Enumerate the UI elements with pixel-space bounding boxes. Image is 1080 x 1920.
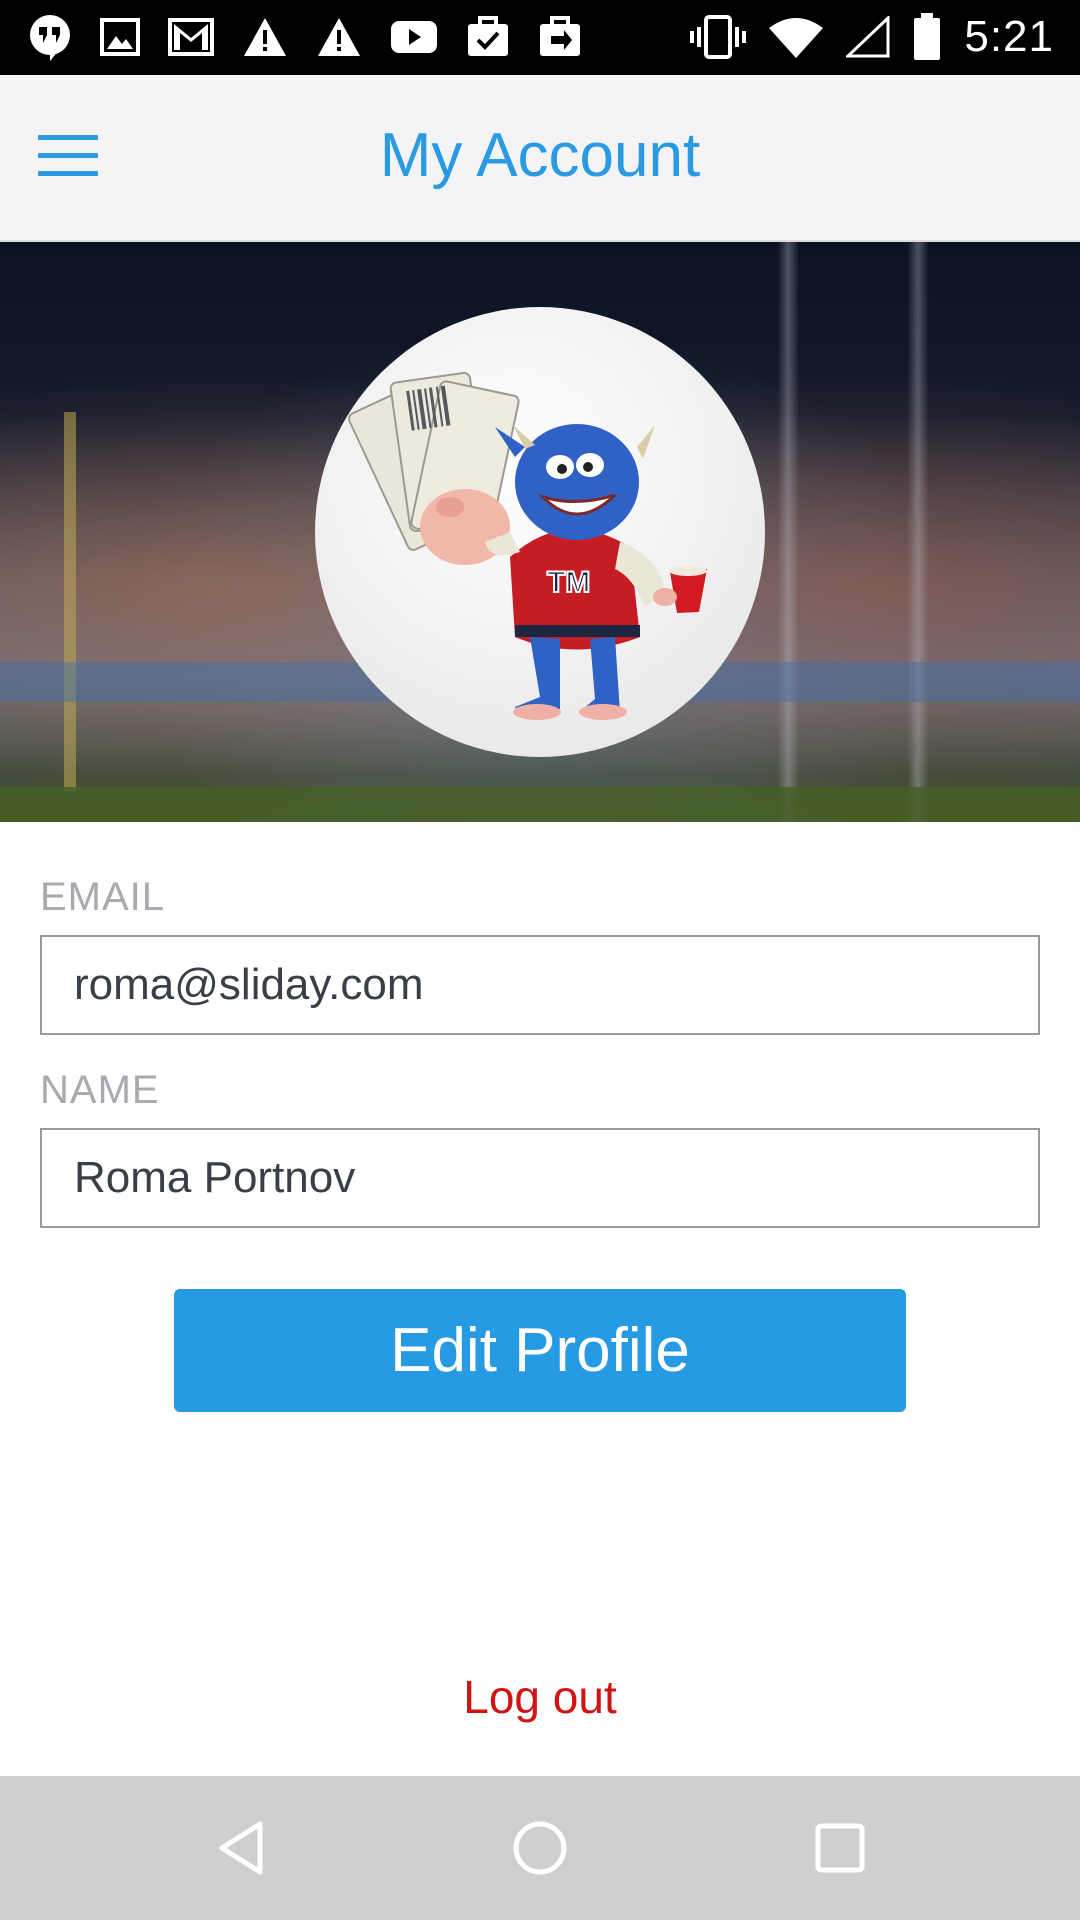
recents-icon[interactable] bbox=[808, 1816, 872, 1880]
battery-icon bbox=[914, 13, 941, 60]
monster-mascot-avatar: TM bbox=[348, 371, 707, 720]
image-icon bbox=[100, 18, 140, 56]
warning-icon bbox=[244, 18, 286, 56]
status-bar: 5:21 bbox=[0, 0, 1080, 75]
gmail-icon bbox=[168, 18, 214, 56]
email-field[interactable] bbox=[40, 935, 1040, 1035]
svg-text:TM: TM bbox=[547, 566, 590, 599]
work-icon bbox=[540, 16, 580, 56]
youtube-icon bbox=[391, 21, 437, 53]
edit-profile-button[interactable]: Edit Profile bbox=[174, 1289, 906, 1412]
home-icon[interactable] bbox=[508, 1816, 572, 1880]
clock: 5:21 bbox=[964, 12, 1054, 61]
vibrate-icon bbox=[690, 15, 747, 59]
name-label: NAME bbox=[40, 1068, 160, 1112]
system-icons: 5:21 bbox=[690, 12, 1054, 62]
email-label: EMAIL bbox=[40, 875, 166, 919]
avatar: TM bbox=[315, 307, 765, 757]
page-title: My Account bbox=[379, 121, 701, 190]
profile-header-background: TM bbox=[0, 242, 1080, 822]
task-icon bbox=[468, 16, 508, 56]
warning-icon bbox=[318, 18, 360, 56]
navigation-bar bbox=[0, 1776, 1080, 1920]
notification-icons bbox=[28, 12, 582, 62]
logout-link[interactable]: Log out bbox=[0, 1670, 1080, 1724]
signal-icon bbox=[846, 16, 890, 58]
wifi-icon bbox=[769, 18, 824, 58]
hangouts-icon bbox=[30, 15, 70, 61]
back-icon[interactable] bbox=[210, 1816, 274, 1880]
app-bar: My Account bbox=[0, 75, 1080, 242]
name-field[interactable] bbox=[40, 1128, 1040, 1228]
